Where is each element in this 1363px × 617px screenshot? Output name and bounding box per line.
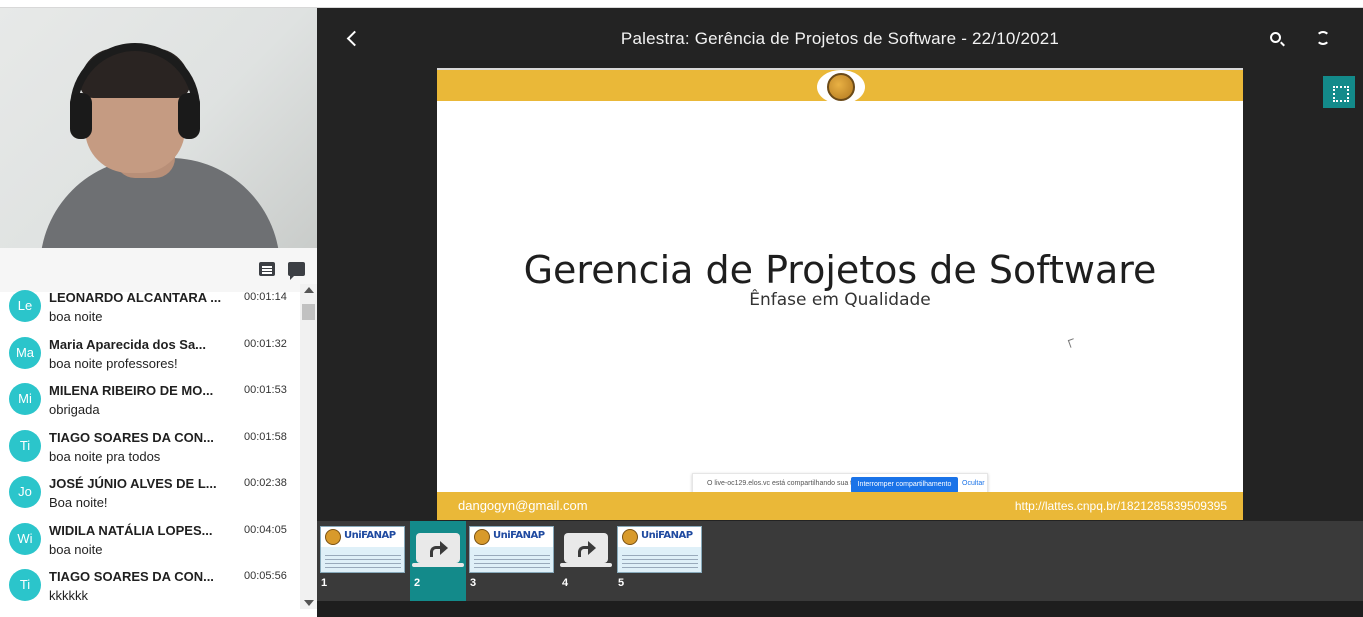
fullscreen-icon[interactable] <box>1323 76 1355 108</box>
slide-thumbnail-3[interactable]: UniFANAP 3 <box>466 521 556 601</box>
message-text: boa noite <box>49 309 103 324</box>
share-arrow-icon <box>578 541 596 557</box>
chat-message: Ma Maria Aparecida dos Sa... 00:01:32 bo… <box>0 331 300 378</box>
slide-email: dangogyn@gmail.com <box>458 498 588 513</box>
thumbnail-brand: UniFANAP <box>493 530 545 541</box>
avatar: Ti <box>9 429 41 462</box>
headphone-left <box>70 93 92 139</box>
thumbnail-number: 3 <box>470 577 477 589</box>
thumbnail-preview: UniFANAP <box>469 526 554 573</box>
message-time: 00:01:58 <box>244 430 287 443</box>
thumbnail-brand: UniFANAP <box>641 530 693 541</box>
browser-top-edge <box>0 0 1363 8</box>
slide-footer-bar: dangogyn@gmail.com http://lattes.cnpq.br… <box>437 492 1243 520</box>
avatar: Jo <box>9 476 41 508</box>
slide-thumbnail-2[interactable]: 2 <box>410 521 466 601</box>
thumbnail-number: 4 <box>562 577 569 589</box>
globe-logo-icon <box>622 529 638 545</box>
scroll-down-arrow-icon[interactable] <box>304 600 314 606</box>
message-time: 00:04:05 <box>244 523 287 536</box>
message-time: 00:01:32 <box>244 337 287 350</box>
search-icon[interactable] <box>1270 32 1281 43</box>
message-author: MILENA RIBEIRO DE MO... <box>49 383 214 398</box>
thumbnail-text-lines <box>622 555 698 556</box>
avatar: Wi <box>9 522 41 555</box>
chat-message: Wi WIDILA NATÁLIA LOPES... 00:04:05 boa … <box>0 517 300 564</box>
slide-thumbnail-5[interactable]: UniFANAP 5 <box>614 521 704 601</box>
chat-message: Jo JOSÉ JÚNIO ALVES DE L... 00:02:38 Boa… <box>0 470 300 517</box>
chat-message: Le LEONARDO ALCANTARA ... 00:01:14 boa n… <box>0 284 300 331</box>
scroll-up-arrow-icon[interactable] <box>304 287 314 293</box>
chat-message: Mi MILENA RIBEIRO DE MO... 00:01:53 obri… <box>0 377 300 424</box>
slide-logo <box>817 70 865 104</box>
current-slide: Gerencia de Projetos de Software Ênfase … <box>437 68 1243 520</box>
message-text: kkkkkk <box>49 588 88 603</box>
slide-title: Gerencia de Projetos de Software <box>523 248 1157 292</box>
message-text: boa noite <box>49 541 103 557</box>
slide-subtitle: Ênfase em Qualidade <box>749 290 931 310</box>
chat-scrollbar[interactable] <box>300 284 317 609</box>
message-author: LEONARDO ALCANTARA ... <box>49 290 222 305</box>
message-text: obrigada <box>49 402 100 417</box>
thumbnail-preview: UniFANAP <box>617 526 702 573</box>
avatar: Le <box>9 290 41 322</box>
screen-share-icon <box>412 533 464 567</box>
thumbnail-number: 2 <box>414 577 421 589</box>
stop-sharing-button[interactable]: Interromper compartilhamento <box>851 477 958 493</box>
chat-message-list[interactable]: Le LEONARDO ALCANTARA ... 00:01:14 boa n… <box>0 284 300 609</box>
speaker-video <box>0 8 317 248</box>
presentation-stage: Palestra: Gerência de Projetos de Softwa… <box>317 8 1363 617</box>
slide-url: http://lattes.cnpq.br/1821285839509395 <box>1014 499 1227 513</box>
thumbnail-text-lines <box>325 555 401 556</box>
share-notice-text: O live-oc129.elos.vc está compartilhando… <box>707 480 864 487</box>
globe-logo-icon <box>827 73 855 101</box>
chat-message: Ti TIAGO SOARES DA CON... 00:01:58 boa n… <box>0 424 300 471</box>
message-time: 00:01:53 <box>244 384 287 396</box>
slide-thumbnail-4[interactable]: 4 <box>558 521 614 601</box>
thumbnail-brand: UniFANAP <box>344 530 396 541</box>
chat-message: Ti TIAGO SOARES DA CON... 00:05:56 kkkkk… <box>0 563 300 609</box>
stage-bottom-bar <box>317 601 1363 617</box>
avatar: Ma <box>9 336 41 369</box>
message-text: boa noite professores! <box>49 355 178 371</box>
message-author: WIDILA NATÁLIA LOPES... <box>49 522 213 538</box>
notes-icon[interactable] <box>259 262 275 276</box>
avatar: Mi <box>9 383 41 415</box>
thumbnail-number: 5 <box>618 577 625 589</box>
message-author: Maria Aparecida dos Sa... <box>49 336 207 352</box>
message-time: 00:02:38 <box>244 477 287 489</box>
message-text: Boa noite! <box>49 495 108 510</box>
thumbnail-number: 1 <box>321 577 328 589</box>
slide-thumbnail-1[interactable]: UniFANAP 1 <box>317 521 407 601</box>
page-title: Palestra: Gerência de Projetos de Softwa… <box>620 29 1060 48</box>
mouse-cursor-icon <box>1067 338 1077 348</box>
message-time: 00:01:14 <box>244 291 287 303</box>
message-time: 00:05:56 <box>244 570 287 582</box>
chat-icon[interactable] <box>288 262 305 280</box>
avatar: Ti <box>9 569 41 601</box>
hide-notice-link[interactable]: Ocultar <box>962 480 985 487</box>
message-author: TIAGO SOARES DA CON... <box>49 569 214 584</box>
globe-logo-icon <box>325 529 341 545</box>
message-author: JOSÉ JÚNIO ALVES DE L... <box>49 476 217 491</box>
slide-thumbnail-strip: UniFANAP 1 2 UniFANAP 3 4 UniFANAP 5 <box>317 521 1363 601</box>
share-arrow-icon <box>430 541 448 557</box>
globe-logo-icon <box>474 529 490 545</box>
message-text: boa noite pra todos <box>49 448 161 464</box>
headphone-right <box>178 93 200 139</box>
message-author: TIAGO SOARES DA CON... <box>49 429 214 445</box>
refresh-icon[interactable] <box>1316 31 1330 45</box>
screen-share-icon <box>560 533 612 567</box>
scroll-thumb[interactable] <box>302 304 315 320</box>
thumbnail-preview: UniFANAP <box>320 526 405 573</box>
thumbnail-text-lines <box>474 555 550 556</box>
